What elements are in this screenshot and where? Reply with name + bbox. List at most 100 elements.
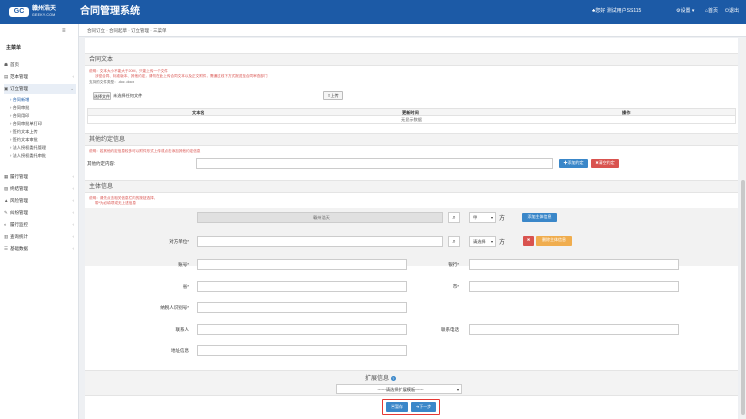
logo-text: 赣州浩天	[32, 6, 57, 12]
logo-mark: GC	[9, 7, 29, 17]
menu-icon[interactable]: ≡	[62, 28, 66, 34]
sidebar-item-label: 履行管理	[10, 174, 28, 179]
sidebar-subitem[interactable]: › 合同新增	[10, 96, 29, 104]
chevron-left-icon: ‹	[72, 198, 75, 203]
save-draft-button[interactable]: ▣暂存	[386, 402, 408, 412]
sidebar-item-label: 基础数据	[10, 246, 28, 251]
delete-party-button[interactable]: 删除主体信息	[536, 236, 572, 246]
sidebar-subitem[interactable]: › 签约文本审批	[10, 136, 38, 144]
province-input[interactable]	[197, 281, 407, 292]
top-bar: GC 赣州浩天 GEEKY.COM 合同管理系统 ♣您好 测试用户SS115 ⚙…	[0, 0, 746, 24]
column-header: 文本名	[192, 110, 205, 115]
breadcrumb: 合同订立 · 合同起草 · 订立管理 · 三菜单	[79, 24, 746, 37]
column-header: 更新时间	[402, 110, 419, 115]
scrollbar-thumb[interactable]	[741, 180, 745, 415]
info-icon: ?	[390, 376, 396, 381]
bank-input[interactable]	[469, 259, 679, 270]
counterparty-label: 对方单位*	[169, 239, 189, 244]
phone-label: 联系电话	[441, 327, 459, 332]
sidebar-item-label: 查询统计	[10, 234, 28, 239]
add-party-button[interactable]: 添加主体信息	[522, 213, 557, 222]
choose-file-button[interactable]: 选择文件	[93, 92, 111, 100]
chevron-left-icon: ‹	[72, 174, 75, 179]
contract-text-note-2: 涉密合同、标准版本、其他约定，请勿在此上传合同文本以及正文附件，需通过线下方式报…	[95, 74, 268, 78]
other-agreement-input[interactable]	[196, 158, 553, 169]
company-logo: GC 赣州浩天 GEEKY.COM	[9, 6, 69, 18]
file-table-header: 文本名 更新时间 操作	[87, 108, 736, 116]
bank-label: 银行*	[448, 262, 459, 267]
search-icon[interactable]: ⌕	[448, 212, 460, 223]
counterparty-type-select[interactable]: 请选择 ▾	[469, 236, 496, 247]
sidebar-item-termination[interactable]: ▨ 终结管理 ‹	[4, 184, 76, 194]
upload-button[interactable]: ⇪上传	[323, 91, 343, 100]
sidebar-subitem[interactable]: › 法人授权委托审批	[10, 152, 46, 160]
delete-icon[interactable]: ✖	[523, 236, 534, 246]
sidebar-item-label: 纠纷管理	[10, 210, 28, 215]
home-link[interactable]: ⌂首页	[705, 8, 718, 15]
party-type-suffix: 方	[499, 240, 506, 246]
sidebar-item-label: 订立管理	[10, 86, 28, 91]
extension-info-title: 扩展信息 ?	[365, 376, 396, 382]
empty-table-message: 无显示数据	[87, 116, 736, 124]
sidebar-item-contract-signing[interactable]: ▣ 订立管理 ⌄	[4, 84, 76, 94]
file-type-note: 支持的文件类型：.doc .docx	[89, 80, 135, 84]
chevron-left-icon: ‹	[72, 210, 75, 215]
province-label: 省*	[182, 284, 189, 289]
next-step-button[interactable]: ➔下一步	[411, 402, 436, 412]
phone-input[interactable]	[469, 324, 679, 335]
sidebar-item-disputes[interactable]: ✎ 纠纷管理 ‹	[4, 208, 76, 218]
settings-menu[interactable]: ⚙设置 ▾	[676, 8, 694, 15]
contact-label: 联系人	[175, 327, 190, 332]
tax-id-input[interactable]	[197, 302, 407, 313]
user-greeting[interactable]: ♣您好 测试用户SS115	[592, 8, 641, 15]
extension-template-select[interactable]: ------请选择扩展模板------ ▾	[336, 384, 462, 394]
chevron-down-icon: ⌄	[70, 86, 74, 91]
main-content: 合同文本 说明：文本大小不能大于20M，只能上传一个文件 涉密合同、标准版本、其…	[85, 38, 738, 419]
sidebar-item-performance[interactable]: ▦ 履行管理 ‹	[4, 172, 76, 182]
sidebar-subitem[interactable]: › 合同审批单打印	[10, 120, 42, 128]
contract-text-header: 合同文本	[85, 53, 738, 66]
clear-agreement-button[interactable]: ✖清空约定	[591, 159, 619, 168]
address-label: 地址信息	[171, 348, 189, 353]
sidebar-item-risk[interactable]: ▲ 风险管理 ‹	[4, 196, 76, 206]
sidebar-item-label: 范本管理	[10, 74, 28, 79]
party-info-note-2: 带*为必填项或无上述信息	[95, 201, 136, 205]
account-label: 账号*	[178, 262, 189, 267]
sidebar-subitem[interactable]: › 合同用印	[10, 112, 29, 120]
search-icon[interactable]: ⌕	[448, 236, 460, 247]
logo-subtext: GEEKY.COM	[32, 13, 56, 17]
sidebar-subitem[interactable]: › 签约文本上传	[10, 128, 38, 136]
city-label: 市*	[452, 284, 459, 289]
counterparty-input[interactable]	[197, 236, 443, 247]
sidebar-item-templates[interactable]: ▤ 范本管理 ‹	[4, 72, 76, 82]
sidebar-item-home[interactable]: ☗ 首页	[4, 60, 76, 70]
sidebar-item-basic-data[interactable]: ☰ 基础数据 ‹	[4, 244, 76, 254]
other-agreement-note: 说明：若其他约定信息较多可以附件形式上传或点击添加其他约定信息	[89, 149, 201, 153]
sidebar-subitem[interactable]: › 合同审批	[10, 104, 29, 112]
app-title: 合同管理系统	[80, 6, 140, 17]
party-type-select[interactable]: 甲 ▾	[469, 212, 496, 223]
party-info-note: 说明：请先点击相关信息栏内的按钮选择，	[89, 196, 158, 200]
sidebar-item-statistics[interactable]: ▥ 查询统计 ‹	[4, 232, 76, 242]
account-input[interactable]	[197, 259, 407, 270]
sidebar-item-monitoring[interactable]: ◐ 履行监控 ‹	[4, 220, 76, 230]
logout-link[interactable]: ⏻退出	[725, 8, 739, 15]
chevron-left-icon: ‹	[72, 234, 75, 239]
extension-info-section: 扩展信息 ? ------请选择扩展模板------ ▾	[85, 370, 738, 396]
chevron-left-icon: ‹	[72, 74, 75, 79]
address-input[interactable]	[197, 345, 407, 356]
chevron-left-icon: ‹	[72, 246, 75, 251]
party-info-header: 主体信息	[85, 180, 738, 193]
party-type-suffix: 方	[499, 216, 506, 222]
column-header: 操作	[622, 110, 631, 115]
chevron-left-icon: ‹	[72, 222, 75, 227]
sidebar-item-label: 首页	[10, 62, 19, 67]
sidebar-item-label: 履行监控	[10, 222, 28, 227]
file-status: 未选择任何文件	[113, 93, 143, 98]
sidebar-item-label: 风险管理	[10, 198, 28, 203]
contact-input[interactable]	[197, 324, 407, 335]
contract-text-note: 说明：文本大小不能大于20M，只能上传一个文件	[89, 69, 168, 73]
sidebar-subitem[interactable]: › 法人授权委托管理	[10, 144, 46, 152]
add-agreement-button[interactable]: ✚添加约定	[559, 159, 588, 168]
city-input[interactable]	[469, 281, 679, 292]
